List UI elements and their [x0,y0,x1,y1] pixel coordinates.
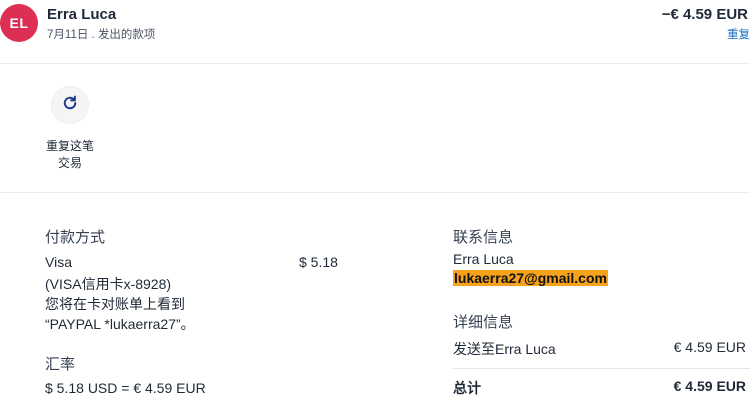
contact-email[interactable]: lukaerra27@gmail.com [453,270,608,286]
repeat-link[interactable]: 重复 [727,26,750,42]
transaction-amount: −€ 4.59 EUR [661,6,748,23]
counterparty-name: Erra Luca [47,6,117,23]
payment-method-name: Visa [45,254,72,270]
payment-card-info: (VISA信用卡x-8928) [45,276,172,292]
action-area: 重复这笔 交易 [0,65,750,193]
exchange-rate-title: 汇率 [45,356,76,373]
statement-note: 您将在卡对账单上看到 [45,296,185,312]
repeat-label-line1: 重复这笔 [45,139,94,153]
refresh-icon [61,94,79,117]
contact-email-text: lukaerra27@gmail.com [453,270,608,286]
repeat-transaction-button[interactable] [51,86,89,124]
transaction-details-page: EL Erra Luca 7月11日 . 发出的款项 −€ 4.59 EUR 重… [0,0,750,400]
total-label: 总计 [453,380,481,396]
sent-to-amount: € 4.59 EUR [673,339,746,355]
total-amount: € 4.59 EUR [673,378,746,394]
details-divider [453,368,750,369]
transaction-subtitle: 7月11日 . 发出的款项 [47,29,156,41]
avatar: EL [0,4,38,42]
payment-method-title: 付款方式 [45,229,106,246]
payment-amount: $ 5.18 [299,254,338,270]
transaction-header: EL Erra Luca 7月11日 . 发出的款项 −€ 4.59 EUR 重… [0,0,750,64]
sent-to-label: 发送至Erra Luca [453,341,556,357]
contact-name: Erra Luca [453,251,514,267]
repeat-label-line2: 交易 [57,156,82,170]
repeat-transaction-label[interactable]: 重复这笔 交易 [40,138,100,172]
statement-descriptor: “PAYPAL *lukaerra27”。 [45,316,195,332]
contact-info-title: 联系信息 [453,229,514,246]
details-title: 详细信息 [453,314,514,331]
exchange-rate-value: $ 5.18 USD = € 4.59 EUR [45,380,206,396]
